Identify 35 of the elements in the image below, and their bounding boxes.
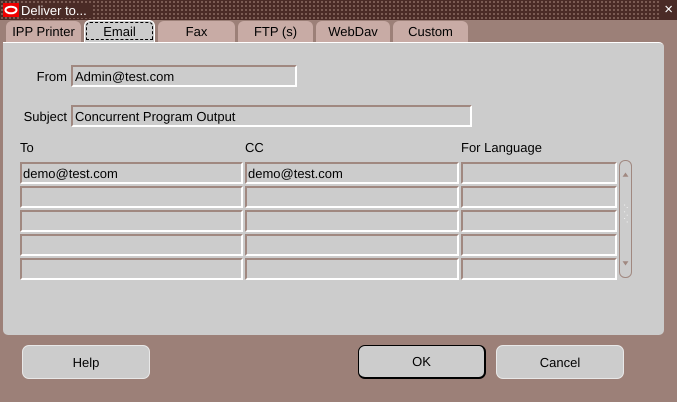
dialog-button[interactable]: Cancel bbox=[496, 345, 624, 379]
input-field[interactable] bbox=[20, 210, 243, 232]
tab[interactable]: IPP Printer bbox=[6, 21, 81, 42]
column-header: CC bbox=[245, 140, 265, 157]
input-field[interactable]: demo@test.com bbox=[20, 162, 243, 184]
input-field[interactable] bbox=[245, 210, 459, 232]
tab[interactable]: FTP (s) bbox=[238, 21, 313, 42]
tab[interactable]: WebDav bbox=[316, 21, 390, 42]
tab[interactable]: Fax bbox=[158, 21, 235, 42]
input-field[interactable] bbox=[245, 234, 459, 256]
input-field[interactable] bbox=[461, 186, 617, 208]
app-logo-icon bbox=[3, 3, 19, 17]
input-field[interactable]: Concurrent Program Output bbox=[71, 105, 472, 127]
input-field[interactable] bbox=[20, 258, 243, 280]
field-label: Subject bbox=[22, 108, 67, 124]
input-field[interactable] bbox=[461, 234, 617, 256]
tab[interactable]: Custom bbox=[393, 21, 468, 42]
column-header: For Language bbox=[461, 140, 543, 157]
input-field[interactable] bbox=[461, 162, 617, 184]
window-title: Deliver to... bbox=[21, 2, 91, 18]
input-field[interactable] bbox=[461, 210, 617, 232]
input-field[interactable]: demo@test.com bbox=[245, 162, 459, 184]
scrollbar[interactable] bbox=[619, 160, 632, 278]
column-header: To bbox=[20, 140, 35, 157]
input-field[interactable] bbox=[461, 258, 617, 280]
dialog-button[interactable]: Help bbox=[22, 345, 150, 379]
input-field[interactable] bbox=[20, 186, 243, 208]
input-field[interactable]: Admin@test.com bbox=[71, 65, 297, 87]
close-icon[interactable]: × bbox=[660, 1, 677, 19]
input-field[interactable] bbox=[245, 258, 459, 280]
tab[interactable]: Email bbox=[84, 20, 155, 42]
field-label: From bbox=[36, 68, 67, 84]
input-field[interactable] bbox=[20, 234, 243, 256]
dialog-button[interactable]: OK bbox=[358, 345, 486, 379]
input-field[interactable] bbox=[245, 186, 459, 208]
